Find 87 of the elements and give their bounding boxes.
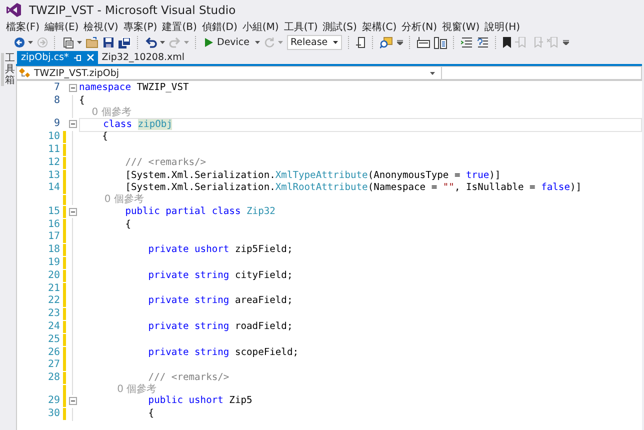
line-number: 7: [52, 82, 61, 94]
line-number: 26: [17, 346, 66, 359]
overflow-caret-icon[interactable]: [562, 40, 569, 45]
line-number: 21: [17, 282, 66, 295]
collapse-icon[interactable]: [68, 120, 76, 128]
bookmark-icon[interactable]: [502, 37, 511, 48]
visual-studio-logo-icon: [6, 2, 22, 18]
overflow-caret-icon[interactable]: [396, 40, 403, 45]
configuration-dropdown[interactable]: Release: [286, 35, 342, 50]
line-number: 15: [17, 206, 66, 218]
line-number: 25: [17, 334, 66, 346]
code-line: private string scopeField;: [147, 346, 300, 359]
comment-icon[interactable]: [460, 37, 473, 48]
menu-item[interactable]: 編輯(E): [44, 20, 79, 34]
code-line: private ushort zip5Field;: [147, 244, 294, 256]
collapse-icon[interactable]: [68, 208, 76, 216]
collapse-icon[interactable]: [68, 397, 76, 406]
line-number: 12: [17, 156, 66, 169]
window-title: TWZIP_VST - Microsoft Visual Studio: [29, 3, 236, 17]
columns-icon[interactable]: [434, 36, 447, 48]
caret-icon[interactable]: [77, 41, 82, 44]
code-line: public ushort Zip5: [147, 395, 254, 408]
menu-item[interactable]: 視窗(W): [442, 20, 480, 34]
menu-item[interactable]: 架構(C): [362, 20, 397, 34]
line-number: 8: [52, 95, 61, 108]
menu-item[interactable]: 測試(S): [322, 20, 357, 34]
menu-item[interactable]: 建置(B): [162, 20, 197, 34]
line-number: 10: [17, 131, 66, 144]
line-number: 30: [17, 408, 66, 420]
code-line: /// <remarks/>: [124, 156, 208, 169]
caret-icon: [430, 72, 435, 74]
menu-item[interactable]: 工具(T): [284, 20, 318, 34]
line-number: 27: [17, 359, 66, 372]
undo-icon[interactable]: [145, 37, 157, 48]
line-number: 22: [17, 295, 66, 308]
caret-icon[interactable]: [160, 41, 165, 44]
back-icon[interactable]: [14, 37, 25, 48]
save-icon[interactable]: [103, 37, 114, 48]
document-tab[interactable]: zipObj.cs*: [17, 51, 98, 64]
code-line: [System.Xml.Serialization.XmlRootAttribute(Namespace = "", IsNullable = false)]: [124, 182, 583, 194]
code-line: private string roadField;: [147, 320, 294, 333]
close-icon[interactable]: [86, 54, 94, 61]
line-number: 17: [17, 231, 66, 244]
caret-icon[interactable]: [28, 41, 33, 44]
line-number: 29: [17, 395, 66, 408]
code-line: {: [101, 131, 109, 144]
new-project-icon[interactable]: [62, 36, 74, 48]
find-icon[interactable]: [380, 36, 393, 48]
menu-item[interactable]: 專案(P): [123, 20, 158, 34]
line-number: 23: [17, 308, 66, 320]
line-number: 18: [17, 244, 66, 256]
line-number: 11: [17, 144, 66, 156]
code-line: [System.Xml.Serialization.XmlTypeAttribute(AnonymousType = true)]: [124, 170, 502, 182]
document-tab[interactable]: Zip32_10208.xml: [98, 51, 189, 64]
run-button[interactable]: Device: [203, 37, 252, 48]
menu-item[interactable]: 小組(M): [242, 20, 279, 34]
menu-item[interactable]: 檢視(V): [84, 20, 118, 34]
line-number: 9: [52, 118, 61, 130]
pin-icon[interactable]: [74, 54, 82, 62]
line-number: 13: [17, 170, 66, 182]
play-icon: [205, 38, 213, 47]
caret-icon: [332, 41, 338, 44]
menu-item[interactable]: 分析(N): [402, 20, 437, 34]
code-line: {: [124, 218, 132, 231]
window-icon[interactable]: [416, 37, 430, 48]
folder-icon[interactable]: [86, 37, 99, 48]
code-line: {: [147, 408, 156, 420]
code-line: private string areaField;: [147, 295, 294, 308]
line-number: 24: [17, 320, 66, 333]
device-icon[interactable]: [356, 36, 366, 48]
line-number: 16: [17, 218, 66, 231]
line-number: 20: [17, 270, 66, 282]
menu-item[interactable]: 偵錯(D): [202, 20, 238, 34]
caret-icon[interactable]: [254, 41, 260, 44]
code-line: /// <remarks/>: [147, 372, 230, 384]
menu-item[interactable]: 檔案(F): [6, 20, 40, 34]
code-line: public partial class Zip32: [124, 206, 276, 218]
type-dropdown[interactable]: TWZIP_VST.zipObj: [16, 66, 442, 80]
uncomment-icon[interactable]: [476, 37, 489, 48]
collapse-icon[interactable]: [68, 84, 76, 92]
code-line: namespace TWZIP_VST: [79, 82, 190, 94]
code-line: private string cityField;: [147, 270, 294, 282]
save-all-icon[interactable]: [118, 36, 131, 48]
code-line: {: [79, 95, 86, 108]
line-number: 19: [17, 256, 66, 269]
menu-item[interactable]: 說明(H): [484, 20, 520, 34]
class-icon: [19, 68, 31, 78]
